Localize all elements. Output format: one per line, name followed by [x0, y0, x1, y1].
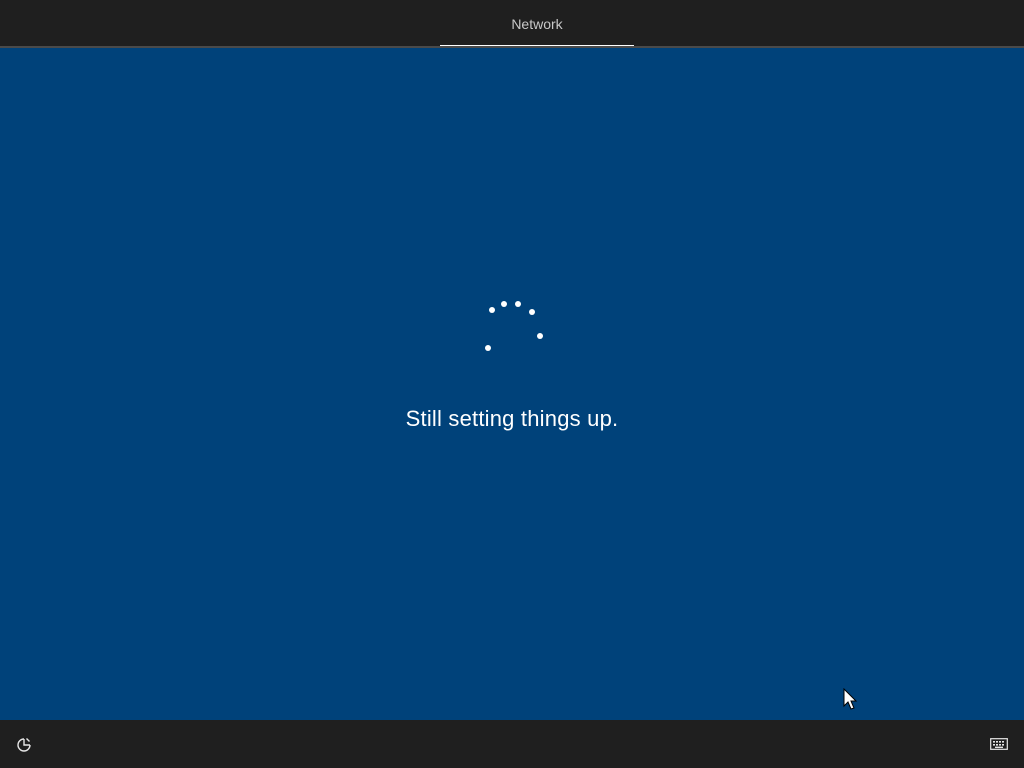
bottom-bar	[0, 720, 1024, 768]
loading-dots-icon	[482, 300, 548, 360]
tab-network-label: Network	[511, 16, 563, 32]
spinner-dot	[489, 307, 495, 313]
top-bar: Network	[0, 0, 1024, 48]
keyboard-icon[interactable]	[987, 732, 1011, 756]
spinner-dot	[501, 301, 507, 307]
main-panel: Still setting things up.	[0, 48, 1024, 720]
mouse-cursor-icon	[843, 687, 859, 712]
ease-of-access-icon[interactable]	[12, 733, 36, 757]
oobe-screen: Network Still setting things up.	[0, 0, 1024, 768]
tab-network: Network	[440, 0, 634, 48]
spinner-dot	[529, 309, 535, 315]
spinner-dot	[485, 345, 491, 351]
status-message: Still setting things up.	[405, 406, 619, 431]
spinner-dot	[537, 333, 543, 339]
spinner-dot	[515, 301, 521, 307]
